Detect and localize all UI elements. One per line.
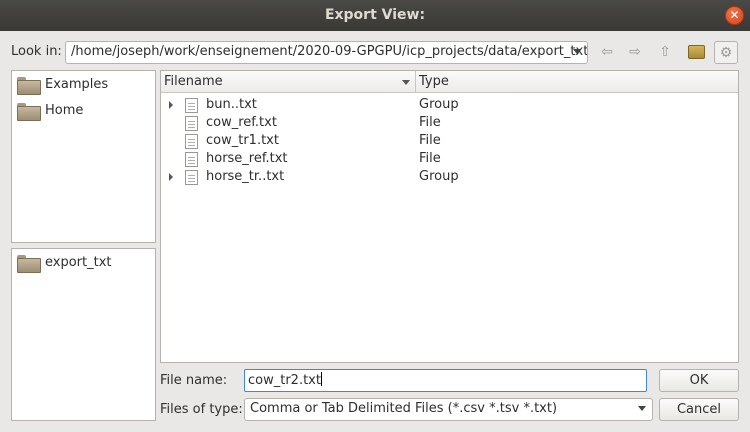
folder-icon [17, 103, 41, 121]
file-type-label: Files of type: [160, 402, 243, 417]
file-row[interactable]: cow_ref.txt File [161, 114, 738, 132]
file-name-label: File name: [160, 373, 228, 388]
settings-button[interactable]: ⚙ [714, 41, 738, 64]
file-icon [185, 170, 198, 185]
file-type: File [419, 151, 441, 166]
forward-button[interactable]: ⇨ [623, 41, 647, 64]
look-in-combo[interactable]: /home/joseph/work/enseignement/2020-09-G… [65, 41, 588, 64]
file-name-value: cow_tr2.txt [248, 373, 321, 388]
file-icon [185, 116, 198, 131]
places-sidebar: Examples Home [11, 70, 156, 243]
expand-arrow-icon[interactable] [169, 173, 173, 181]
chevron-down-icon [573, 49, 581, 54]
text-caret [320, 372, 322, 386]
look-in-path: /home/joseph/work/enseignement/2020-09-G… [71, 44, 588, 59]
new-folder-button[interactable] [684, 41, 708, 64]
file-name: cow_tr1.txt [206, 133, 279, 148]
column-header-label: Type [419, 74, 449, 89]
file-type-value: Comma or Tab Delimited Files (*.csv *.ts… [250, 401, 558, 416]
folder-icon [17, 255, 41, 273]
file-row[interactable]: horse_tr..txt Group [161, 168, 738, 186]
column-header-label: Filename [164, 74, 223, 89]
file-list: Filename Type bun..txt Group cow_ref.txt… [160, 70, 739, 363]
file-icon [185, 134, 198, 149]
sort-descending-icon [402, 80, 410, 85]
file-icon [185, 98, 198, 113]
file-name-input[interactable]: cow_tr2.txt [244, 369, 647, 392]
file-name: bun..txt [206, 97, 257, 112]
file-type: File [419, 115, 441, 130]
expand-arrow-icon[interactable] [169, 101, 173, 109]
file-type-select[interactable]: Comma or Tab Delimited Files (*.csv *.ts… [244, 398, 653, 421]
parent-dir-icon: ⇧ [659, 44, 671, 60]
close-icon: ✕ [729, 8, 740, 22]
chevron-down-icon [638, 406, 646, 411]
sidebar-item-label: Home [45, 103, 84, 118]
cancel-button[interactable]: Cancel [659, 398, 739, 421]
folder-icon [17, 77, 41, 95]
back-button[interactable]: ⇦ [595, 41, 619, 64]
forward-icon: ⇨ [629, 44, 641, 60]
file-type: Group [419, 97, 459, 112]
file-name: horse_tr..txt [206, 169, 285, 184]
history-sidebar: export_txt [11, 248, 156, 421]
ok-button[interactable]: OK [659, 369, 739, 392]
dialog-title: Export View: [324, 7, 426, 23]
sidebar-item-label: Examples [45, 77, 109, 92]
sidebar-item-label: export_txt [45, 255, 112, 270]
parent-dir-button[interactable]: ⇧ [653, 41, 677, 64]
column-header-type[interactable]: Type [416, 71, 738, 93]
file-row[interactable]: bun..txt Group [161, 96, 738, 114]
file-row[interactable]: cow_tr1.txt File [161, 132, 738, 150]
back-icon: ⇦ [601, 44, 613, 60]
settings-icon: ⚙ [719, 45, 733, 61]
file-name: cow_ref.txt [206, 115, 277, 130]
new-folder-icon [688, 45, 705, 59]
look-in-label: Look in: [11, 44, 62, 59]
file-name: horse_ref.txt [206, 151, 288, 166]
close-button[interactable]: ✕ [725, 6, 744, 25]
column-header-filename[interactable]: Filename [161, 71, 416, 93]
title-bar: Export View: ✕ [0, 0, 750, 31]
file-type: Group [419, 169, 459, 184]
file-type: File [419, 133, 441, 148]
file-icon [185, 152, 198, 167]
file-row[interactable]: horse_ref.txt File [161, 150, 738, 168]
